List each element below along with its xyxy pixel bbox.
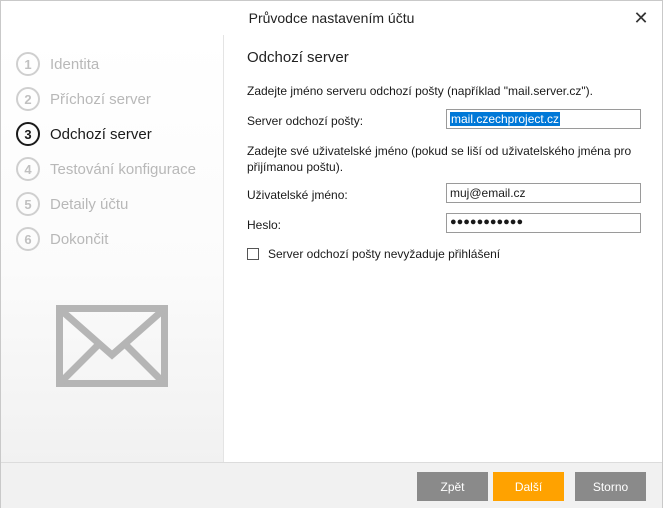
step-label: Identita <box>50 55 100 73</box>
outgoing-server-input[interactable]: mail.czechproject.cz <box>446 109 641 129</box>
step-label: Detaily účtu <box>50 195 129 213</box>
server-label: Server odchozí pošty: <box>247 114 364 128</box>
step-account-details: 5 Detaily účtu <box>16 191 128 217</box>
step-number: 3 <box>16 122 40 146</box>
username-label: Uživatelské jméno: <box>247 188 348 202</box>
server-instruction: Zadejte jméno serveru odchozí pošty (nap… <box>247 84 593 98</box>
password-input[interactable]: ●●●●●●●●●●● <box>446 213 641 233</box>
step-outgoing-server: 3 Odchozí server <box>16 121 152 147</box>
footer-bar: Zpět Další Storno <box>1 462 662 508</box>
window-title: Průvodce nastavením účtu <box>248 10 415 26</box>
step-incoming-server: 2 Příchozí server <box>16 86 151 112</box>
username-input[interactable]: muj@email.cz <box>446 183 641 203</box>
username-instruction: Zadejte své uživatelské jméno (pokud se … <box>247 144 632 174</box>
envelope-icon <box>56 305 168 387</box>
step-number: 4 <box>16 157 40 181</box>
back-button[interactable]: Zpět <box>417 472 488 501</box>
next-button[interactable]: Další <box>493 472 564 501</box>
title-bar: Průvodce nastavením účtu ✕ <box>1 1 662 35</box>
outgoing-server-value: mail.czechproject.cz <box>450 112 561 126</box>
step-label: Příchozí server <box>50 90 151 108</box>
step-testing-configuration: 4 Testování konfigurace <box>16 156 196 182</box>
step-finish: 6 Dokončit <box>16 226 108 252</box>
step-number: 6 <box>16 227 40 251</box>
page-title: Odchozí server <box>247 49 349 66</box>
step-number: 5 <box>16 192 40 216</box>
wizard-steps-sidebar: 1 Identita 2 Příchozí server 3 Odchozí s… <box>1 35 224 462</box>
password-label: Heslo: <box>247 218 282 232</box>
step-identity: 1 Identita <box>16 51 99 77</box>
close-icon[interactable]: ✕ <box>630 7 652 29</box>
password-value: ●●●●●●●●●●● <box>450 216 524 228</box>
cancel-button[interactable]: Storno <box>575 472 646 501</box>
no-auth-label[interactable]: Server odchozí pošty nevyžaduje přihláše… <box>268 246 500 262</box>
step-label: Testování konfigurace <box>50 160 196 178</box>
step-number: 2 <box>16 87 40 111</box>
account-setup-wizard-window: Průvodce nastavením účtu ✕ 1 Identita 2 … <box>0 0 663 508</box>
no-auth-checkbox[interactable] <box>247 248 259 260</box>
username-value: muj@email.cz <box>450 186 526 200</box>
step-number: 1 <box>16 52 40 76</box>
step-label: Dokončit <box>50 230 109 248</box>
step-label: Odchozí server <box>50 125 152 143</box>
